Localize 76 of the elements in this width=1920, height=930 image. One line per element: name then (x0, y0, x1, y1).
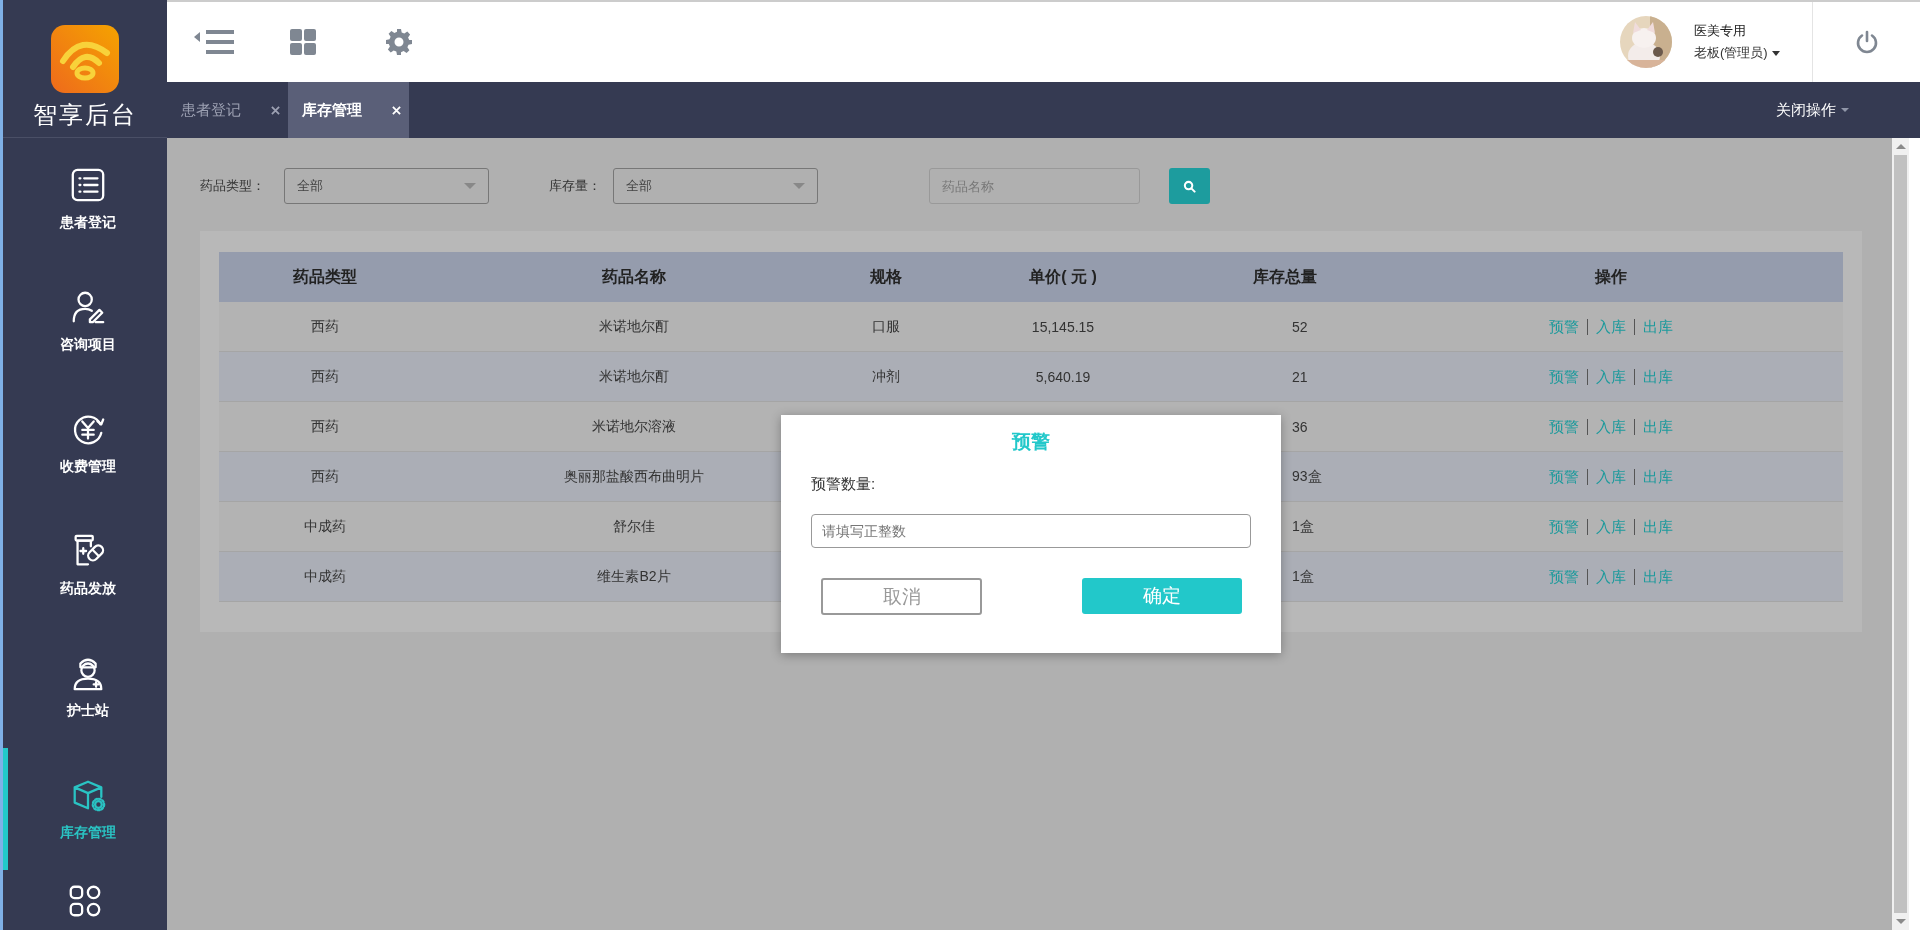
action-link[interactable]: 入库 (1586, 368, 1634, 385)
column-header: 单价( 元 ) (1028, 266, 1098, 287)
action-link[interactable]: 出库 (1633, 568, 1681, 585)
cancel-button[interactable]: 取消 (821, 578, 982, 615)
logo-icon (51, 25, 119, 93)
table-cell: 15,145.15 (1031, 318, 1095, 335)
tab[interactable]: 患者登记 (167, 82, 288, 138)
settings-icon[interactable] (386, 29, 412, 55)
table-cell: 西药 (310, 467, 339, 486)
table-cell: 米诺地尔酊 (599, 317, 669, 336)
action-link[interactable]: 预警 (1540, 518, 1587, 535)
action-link[interactable]: 入库 (1586, 518, 1634, 535)
table-cell: 52 (1292, 318, 1308, 335)
sidebar-item[interactable]: 药品发放 (3, 504, 167, 626)
table-cell: 米诺地尔酊 (599, 367, 669, 386)
stock-select[interactable]: 全部 (613, 168, 818, 204)
column-header: 药品名称 (601, 266, 667, 287)
power-icon[interactable] (1854, 30, 1879, 54)
action-link[interactable]: 出库 (1633, 368, 1681, 385)
tab[interactable]: 库存管理 (288, 82, 409, 138)
action-link[interactable]: 预警 (1540, 418, 1587, 435)
table-cell: 93盒 (1292, 467, 1322, 486)
field-label: 预警数量: (811, 475, 877, 494)
confirm-button[interactable]: 确定 (1082, 578, 1242, 614)
action-link[interactable]: 出库 (1633, 518, 1681, 535)
search-button[interactable] (1169, 168, 1210, 204)
close-icon[interactable] (271, 105, 280, 115)
action-link[interactable]: 出库 (1633, 418, 1681, 435)
sidebar-item[interactable]: 患者登记 (3, 138, 167, 260)
table-cell: 5,640.19 (1035, 368, 1091, 385)
action-link[interactable]: 入库 (1586, 318, 1634, 335)
column-header: 操作 (1593, 266, 1628, 287)
sidebar-item[interactable]: 收费管理 (3, 382, 167, 504)
table-cell: 21 (1292, 368, 1308, 385)
action-link[interactable]: 入库 (1586, 468, 1634, 485)
table-cell: 维生素B2片 (597, 567, 671, 586)
close-operations-menu[interactable]: 关闭操作 (1776, 100, 1836, 120)
action-link[interactable]: 预警 (1540, 368, 1587, 385)
table-cell: 1盒 (1292, 517, 1314, 536)
sidebar-item[interactable]: 护士站 (3, 626, 167, 748)
action-link[interactable]: 出库 (1633, 318, 1681, 335)
table-cell: 奥丽那盐酸西布曲明片 (564, 467, 704, 486)
action-link[interactable]: 出库 (1633, 468, 1681, 485)
menu-collapse-icon[interactable] (194, 28, 236, 56)
table-cell: 口服 (872, 317, 900, 336)
sidebar-item[interactable]: 咨询项目 (3, 260, 167, 382)
table-cell: 米诺地尔溶液 (592, 417, 676, 436)
table-cell: 西药 (310, 367, 339, 386)
caret-icon[interactable] (1771, 50, 1780, 56)
type-select[interactable]: 全部 (284, 168, 489, 204)
table-cell: 1盒 (1292, 567, 1314, 586)
column-header: 药品类型 (291, 266, 358, 287)
scrollbar[interactable] (1892, 138, 1909, 930)
table-cell: 舒尔佳 (613, 517, 655, 536)
table-cell: 中成药 (303, 567, 346, 586)
filter-label: 药品类型： (200, 177, 266, 195)
table-cell: 西药 (310, 417, 339, 436)
table-cell: 冲剂 (872, 367, 900, 386)
column-header: 库存总量 (1252, 266, 1318, 287)
column-header: 规格 (869, 266, 903, 287)
action-link[interactable]: 预警 (1540, 468, 1587, 485)
grid-icon[interactable] (290, 29, 316, 55)
logo-text: 智享后台 (33, 100, 137, 130)
search-icon (1183, 179, 1196, 193)
input-field[interactable]: 请填写正整数 (811, 514, 1251, 548)
dialog-title: 预警 (1012, 430, 1050, 454)
user-role[interactable]: 老板(管理员) (1694, 44, 1768, 62)
table-cell: 西药 (310, 317, 339, 336)
action-link[interactable]: 预警 (1540, 318, 1587, 335)
user-name: 医美专用 (1694, 22, 1747, 40)
action-link[interactable]: 入库 (1586, 568, 1634, 585)
table-cell: 36 (1292, 418, 1308, 435)
action-link[interactable]: 入库 (1586, 418, 1634, 435)
table-cell: 中成药 (303, 517, 346, 536)
filter-label: 库存量： (549, 177, 602, 195)
action-link[interactable]: 预警 (1540, 568, 1587, 585)
